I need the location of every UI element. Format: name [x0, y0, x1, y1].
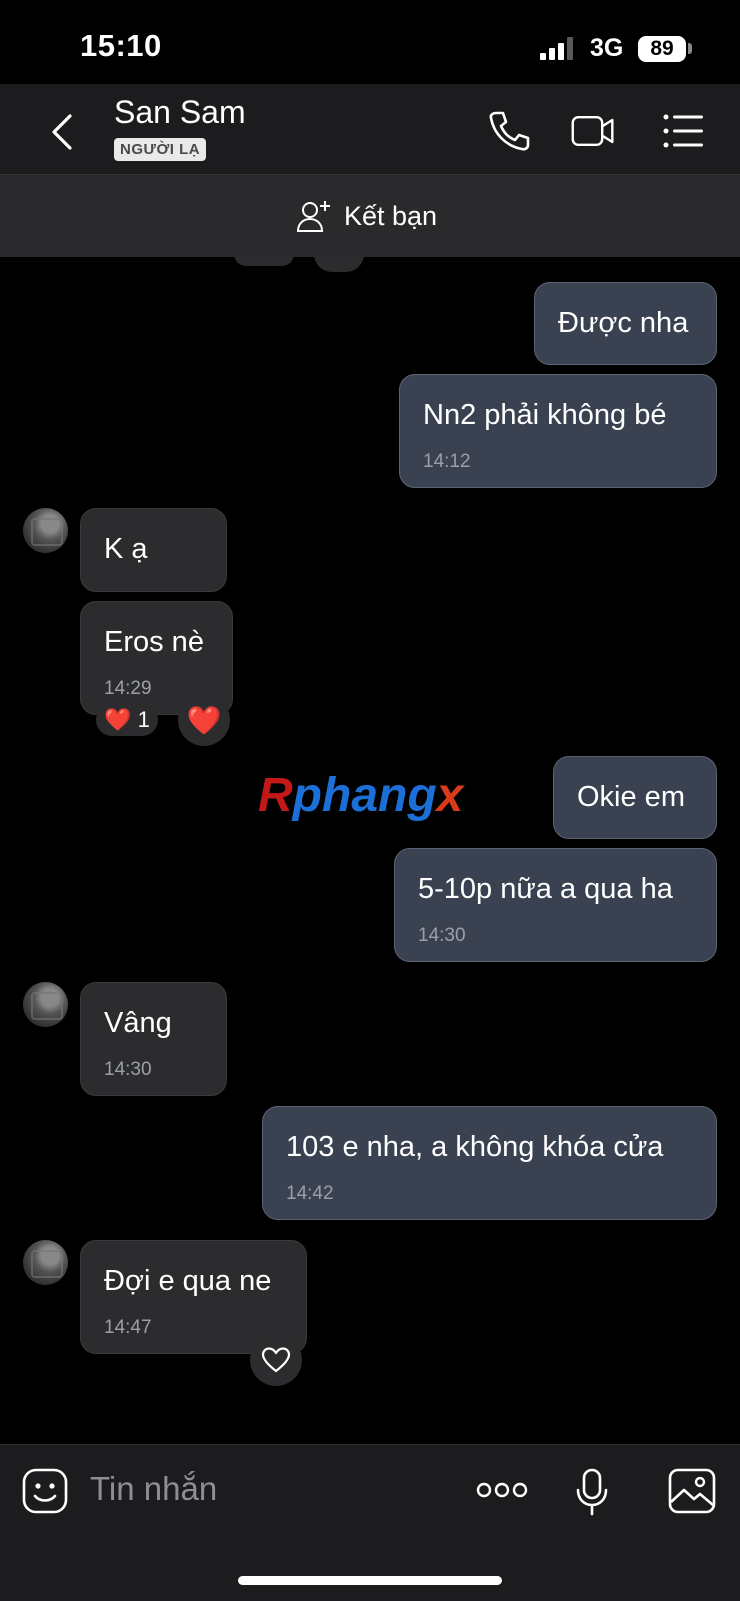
- react-button[interactable]: [250, 1334, 302, 1386]
- add-friend-label: Kết bạn: [344, 200, 438, 231]
- stranger-badge: NGƯỜI LẠ: [114, 138, 207, 161]
- message-bubble-in[interactable]: Vâng 14:30: [80, 982, 227, 1096]
- message-bubble-out[interactable]: 103 e nha, a không khóa cửa 14:42: [262, 1106, 717, 1220]
- image-icon[interactable]: [668, 1468, 716, 1514]
- menu-icon[interactable]: [660, 108, 706, 154]
- message-time: 14:47: [104, 1317, 152, 1338]
- signal-icon: [540, 36, 578, 60]
- mic-icon[interactable]: [574, 1468, 610, 1516]
- network-type: 3G: [590, 34, 624, 62]
- chat-header: [0, 84, 740, 174]
- sticker-icon[interactable]: [22, 1468, 68, 1514]
- home-indicator: [238, 1576, 502, 1585]
- message-bubble-out[interactable]: 5-10p nữa a qua ha 14:30: [394, 848, 717, 962]
- message-bubble-out[interactable]: Okie em: [553, 756, 717, 839]
- reaction-partial: [234, 254, 294, 266]
- reaction-summary[interactable]: ❤️ 1: [96, 704, 158, 736]
- more-icon[interactable]: [476, 1480, 528, 1500]
- contact-name[interactable]: San Sam: [114, 94, 246, 131]
- video-icon[interactable]: [570, 108, 616, 154]
- message-input[interactable]: Tin nhắn: [90, 1470, 217, 1508]
- message-bubble-out[interactable]: Được nha: [534, 282, 717, 365]
- message-time: 14:42: [286, 1183, 334, 1204]
- add-friend-button[interactable]: Kết bạn: [296, 196, 437, 236]
- add-user-icon: [296, 201, 330, 232]
- heart-icon: ❤️: [186, 704, 222, 736]
- status-time: 15:10: [80, 28, 162, 63]
- back-icon[interactable]: [44, 110, 84, 154]
- avatar[interactable]: [23, 508, 68, 553]
- message-time: 14:30: [418, 925, 466, 946]
- phone-icon[interactable]: [486, 108, 532, 154]
- message-bubble-out[interactable]: Nn2 phải không bé 14:12: [399, 374, 717, 488]
- message-time: 14:29: [104, 678, 152, 699]
- battery-level: 89: [638, 36, 686, 62]
- battery-icon: [688, 43, 692, 54]
- heart-outline-icon: [261, 1347, 291, 1373]
- watermark: Rphangx: [258, 769, 464, 822]
- message-time: 14:12: [423, 451, 471, 472]
- reaction-partial: [314, 254, 364, 272]
- avatar[interactable]: [23, 1240, 68, 1285]
- heart-react-button[interactable]: ❤️: [178, 694, 230, 746]
- message-bubble-in[interactable]: K ạ: [80, 508, 227, 592]
- avatar[interactable]: [23, 982, 68, 1027]
- message-time: 14:30: [104, 1059, 152, 1080]
- heart-reaction-icon: ❤️: [104, 707, 132, 732]
- reaction-count: 1: [137, 707, 150, 732]
